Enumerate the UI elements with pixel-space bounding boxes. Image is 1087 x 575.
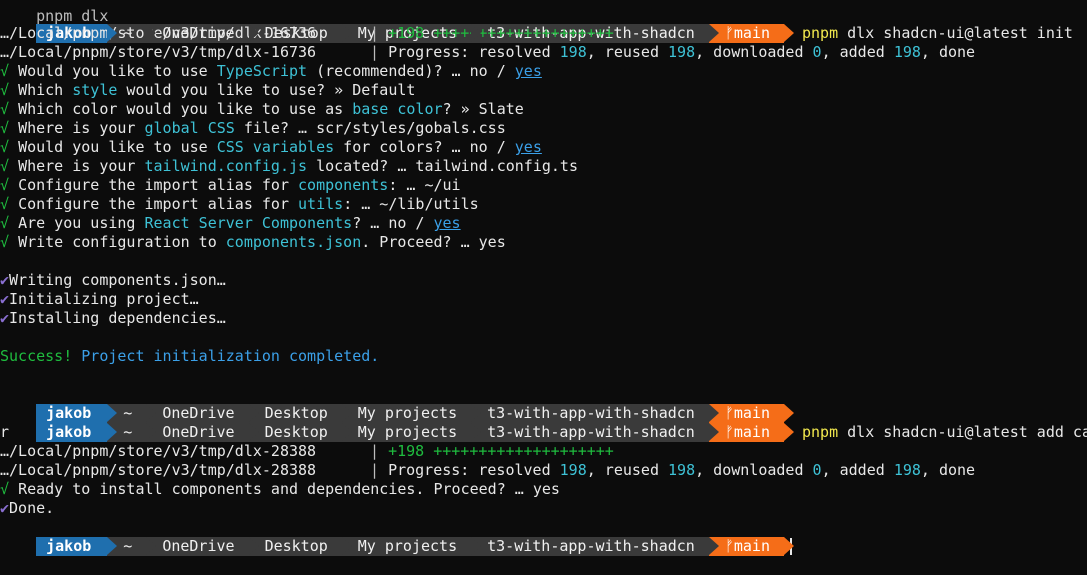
question-line: √ Where is your tailwind.config.js locat… bbox=[0, 157, 578, 175]
git-branch-icon: ᚠ bbox=[724, 24, 734, 42]
question-line: √ Which style would you like to use? » D… bbox=[0, 81, 416, 99]
ready-line: √ Ready to install components and depend… bbox=[0, 480, 560, 498]
prompt-line: jakob ~ OneDrive Desktop My projects t3-with-… bbox=[0, 5, 1073, 43]
check-icon: ✔ bbox=[0, 290, 10, 308]
terminal-window[interactable]: pnpm dlx jakob ~ OneDrive Desktop My project… bbox=[0, 0, 1087, 556]
dlx-output-line: …/Local/pnpm/store/v3/tmp/dlx-28388 | +19… bbox=[0, 442, 614, 460]
wrapped-command: r bbox=[0, 423, 10, 441]
question-line: √ Which color would you like to use as b… bbox=[0, 100, 524, 118]
command-bin: pnpm bbox=[801, 24, 839, 42]
dlx-progress-line: …/Local/pnpm/store/v3/tmp/dlx-28388 | Pro… bbox=[0, 461, 976, 479]
dlx-progress-line: …/Local/pnpm/store/v3/tmp/dlx-16736 | Pro… bbox=[0, 43, 976, 61]
check-icon: ✔ bbox=[0, 271, 10, 289]
question-line: √ Are you using React Server Components?… bbox=[0, 214, 461, 232]
prompt-line: jakob ~ OneDrive Desktop My projects t3-with-… bbox=[0, 404, 1087, 442]
success-line: Success! Project initialization complete… bbox=[0, 347, 380, 365]
git-branch-icon: ᚠ bbox=[724, 423, 734, 441]
command-args: dlx shadcn-ui@latest init bbox=[847, 24, 1073, 42]
step-line: ✔Writing components.json… bbox=[0, 271, 226, 289]
question-line: √ Configure the import alias for utils: … bbox=[0, 195, 479, 213]
question-line: √ Would you like to use CSS variables fo… bbox=[0, 138, 542, 156]
question-line: √ Write configuration to components.json… bbox=[0, 233, 506, 251]
done-line: ✔Done. bbox=[0, 499, 55, 517]
step-line: ✔Installing dependencies… bbox=[0, 309, 226, 327]
check-icon: ✔ bbox=[0, 309, 10, 327]
question-line: √ Where is your global CSS file? … scr/s… bbox=[0, 119, 506, 137]
question-line: √ Would you like to use TypeScript (reco… bbox=[0, 62, 542, 80]
question-line: √ Configure the import alias for compone… bbox=[0, 176, 461, 194]
prompt-branch: ᚠmain bbox=[708, 24, 795, 43]
active-prompt-line[interactable]: jakob ~ OneDrive Desktop My projects t3-with-… bbox=[0, 518, 795, 556]
check-icon: ✔ bbox=[0, 499, 10, 517]
dlx-output-line: …/Local/pnpm/store/v3/tmp/dlx-16736 | +19… bbox=[0, 24, 614, 42]
step-line: ✔Initializing project… bbox=[0, 290, 199, 308]
prompt-line: jakob ~ OneDrive Desktop My projects t3-with-… bbox=[0, 385, 795, 423]
